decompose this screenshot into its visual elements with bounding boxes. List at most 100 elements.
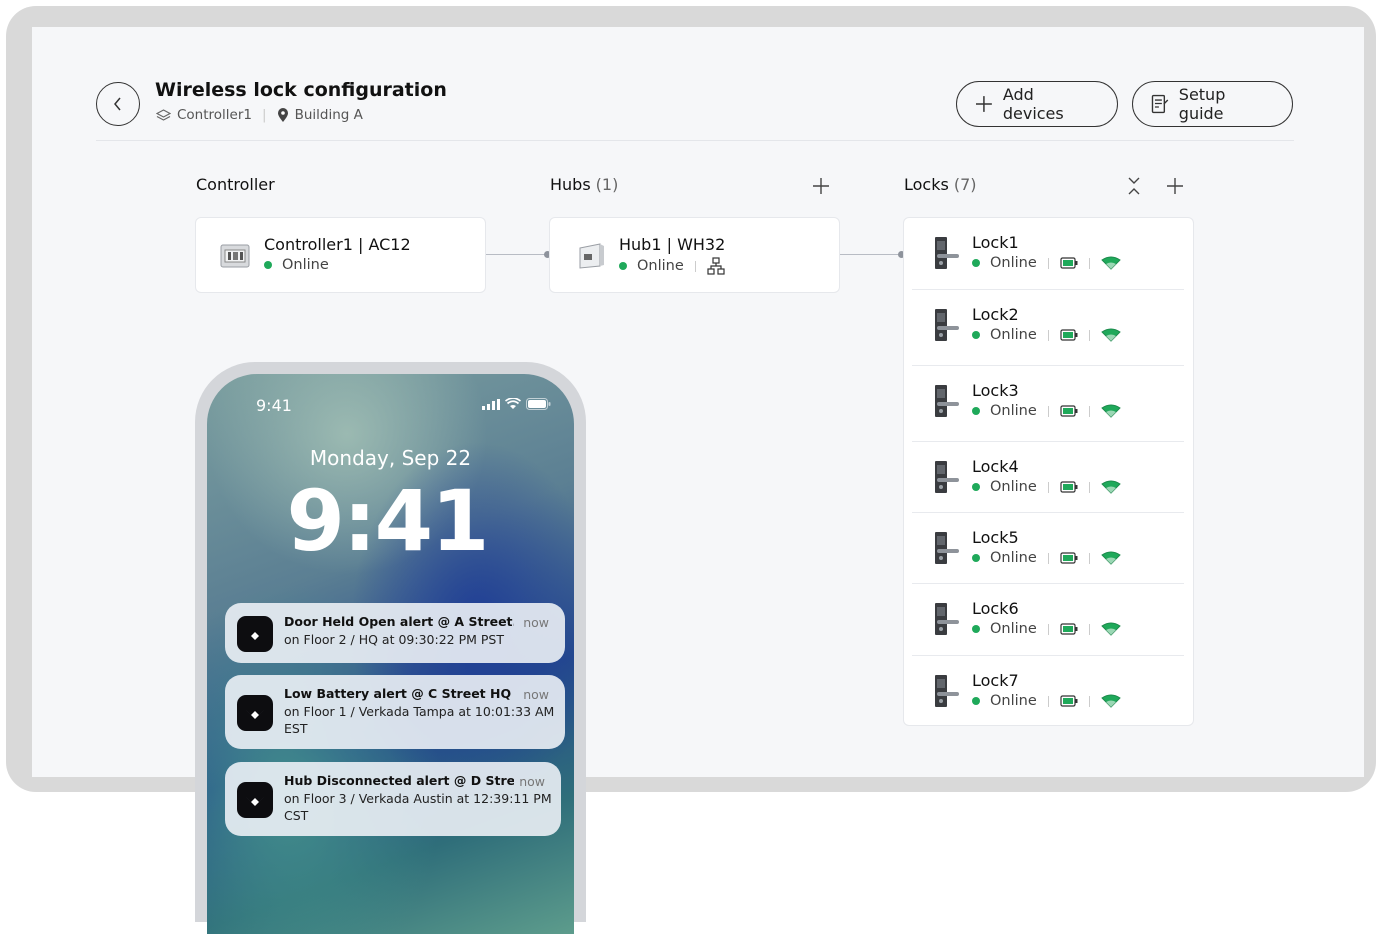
phone-date: Monday, Sep 22	[309, 446, 472, 470]
lock-row-6[interactable]: Lock6 Online	[912, 584, 1184, 654]
verkada-app-icon	[237, 782, 273, 818]
lock-name: Lock5	[972, 528, 1019, 547]
notification-1[interactable]: Door Held Open alert @ A Street.... on F…	[225, 603, 565, 663]
lock-name: Lock7	[972, 671, 1019, 690]
setup-guide-label: Setup guide	[1178, 85, 1226, 123]
locks-column-header: Locks (7)	[904, 175, 977, 194]
lock-status-text: Online	[990, 550, 1037, 566]
status-separator	[1047, 329, 1049, 341]
lock-status: Online	[972, 479, 1121, 495]
add-hub-button[interactable]	[808, 173, 834, 199]
lock-name: Lock3	[972, 381, 1019, 400]
controller-crumb[interactable]: Controller1	[177, 107, 252, 123]
locks-count: (7)	[953, 175, 977, 194]
lock-status: Online	[972, 550, 1121, 566]
notification-title: Low Battery alert @ C Street HQ	[284, 686, 512, 701]
signal-icon	[1100, 694, 1121, 708]
lock-row-divider	[912, 512, 1184, 513]
notification-title: Hub Disconnected alert @ D Street	[284, 773, 514, 788]
plus-icon	[975, 96, 992, 112]
lock-device-icon	[935, 675, 959, 707]
phone-status-time: 9:41	[256, 396, 292, 415]
lock-status-text: Online	[990, 403, 1037, 419]
lock-status-text: Online	[990, 255, 1037, 271]
add-devices-button[interactable]: Add devices	[956, 81, 1118, 127]
controller-name: Controller1 | AC12	[264, 235, 411, 254]
status-separator	[1047, 695, 1049, 707]
online-dot	[972, 554, 980, 562]
notification-3[interactable]: Hub Disconnected alert @ D Street on Flo…	[225, 762, 561, 836]
lock-device-icon	[935, 237, 959, 269]
status-separator	[1088, 481, 1090, 493]
locks-column-label: Locks	[904, 175, 949, 194]
page-title: Wireless lock configuration	[155, 79, 447, 101]
lock-row-7[interactable]: Lock7 Online	[912, 656, 1184, 726]
lock-row-1[interactable]: Lock1 Online	[912, 218, 1184, 288]
battery-icon	[1060, 257, 1078, 269]
locks-card: Lock1 Online Lock2 Online Lock3 Online L…	[903, 217, 1194, 726]
collapse-locks-button[interactable]	[1121, 173, 1147, 199]
header-divider	[96, 140, 1294, 141]
layers-icon	[156, 108, 171, 121]
collapse-icon	[1128, 177, 1140, 195]
hub-name: Hub1 | WH32	[619, 235, 726, 254]
battery-icon	[1060, 481, 1078, 493]
add-lock-button[interactable]	[1162, 173, 1188, 199]
lock-row-5[interactable]: Lock5 Online	[912, 513, 1184, 583]
notification-title: Door Held Open alert @ A Street....	[284, 614, 514, 629]
verkada-app-icon	[237, 695, 273, 731]
status-separator	[1047, 405, 1049, 417]
online-dot	[619, 262, 627, 270]
battery-icon	[1060, 695, 1078, 707]
battery-icon	[1060, 329, 1078, 341]
plus-icon	[813, 178, 829, 194]
online-dot	[972, 407, 980, 415]
lock-row-4[interactable]: Lock4 Online	[912, 442, 1184, 512]
add-devices-label: Add devices	[1002, 85, 1064, 123]
setup-guide-button[interactable]: Setup guide	[1132, 81, 1293, 127]
lock-status: Online	[972, 255, 1121, 271]
lock-row-3[interactable]: Lock3 Online	[912, 366, 1184, 436]
online-dot	[972, 697, 980, 705]
notification-2[interactable]: Low Battery alert @ C Street HQ on Floor…	[225, 675, 565, 749]
status-separator	[1047, 552, 1049, 564]
controller-column-header: Controller	[196, 175, 275, 194]
status-separator	[1088, 257, 1090, 269]
phone-frame: 9:41 Monday, Sep 22 9:41 Door Held Open …	[195, 362, 586, 934]
signal-icon	[1100, 328, 1121, 342]
hub-device-icon	[579, 243, 604, 269]
lock-row-divider	[912, 655, 1184, 656]
hub-locks-connector	[840, 254, 902, 255]
lock-device-icon	[935, 461, 959, 493]
plus-icon	[1167, 178, 1183, 194]
lock-device-icon	[935, 309, 959, 341]
hub-card[interactable]: Hub1 | WH32 Online	[549, 217, 840, 293]
lock-status: Online	[972, 693, 1121, 709]
notification-body: on Floor 1 / Verkada Tampa at 10:01:33 A…	[284, 704, 555, 736]
signal-icon	[1100, 622, 1121, 636]
signal-icon	[1100, 480, 1121, 494]
location-crumb[interactable]: Building A	[295, 107, 363, 123]
crumb-separator: |	[262, 107, 267, 123]
status-separator	[1088, 329, 1090, 341]
signal-icon	[1100, 404, 1121, 418]
lock-device-icon	[935, 385, 959, 417]
lock-row-2[interactable]: Lock2 Online	[912, 290, 1184, 360]
online-dot	[972, 259, 980, 267]
network-icon	[707, 257, 725, 275]
controller-status-text: Online	[282, 257, 329, 273]
signal-icon	[1100, 256, 1121, 270]
phone-status-icons	[482, 398, 551, 410]
status-separator	[1088, 405, 1090, 417]
battery-icon	[1060, 552, 1078, 564]
cellular-icon	[482, 398, 500, 410]
controller-card[interactable]: Controller1 | AC12 Online	[195, 217, 486, 293]
guide-icon	[1151, 94, 1169, 114]
back-button[interactable]	[96, 82, 140, 126]
battery-icon	[1060, 405, 1078, 417]
lock-name: Lock2	[972, 305, 1019, 324]
online-dot	[264, 261, 272, 269]
verkada-logo-icon	[246, 797, 264, 806]
lock-row-divider	[912, 289, 1184, 290]
notification-time: now	[523, 615, 549, 630]
